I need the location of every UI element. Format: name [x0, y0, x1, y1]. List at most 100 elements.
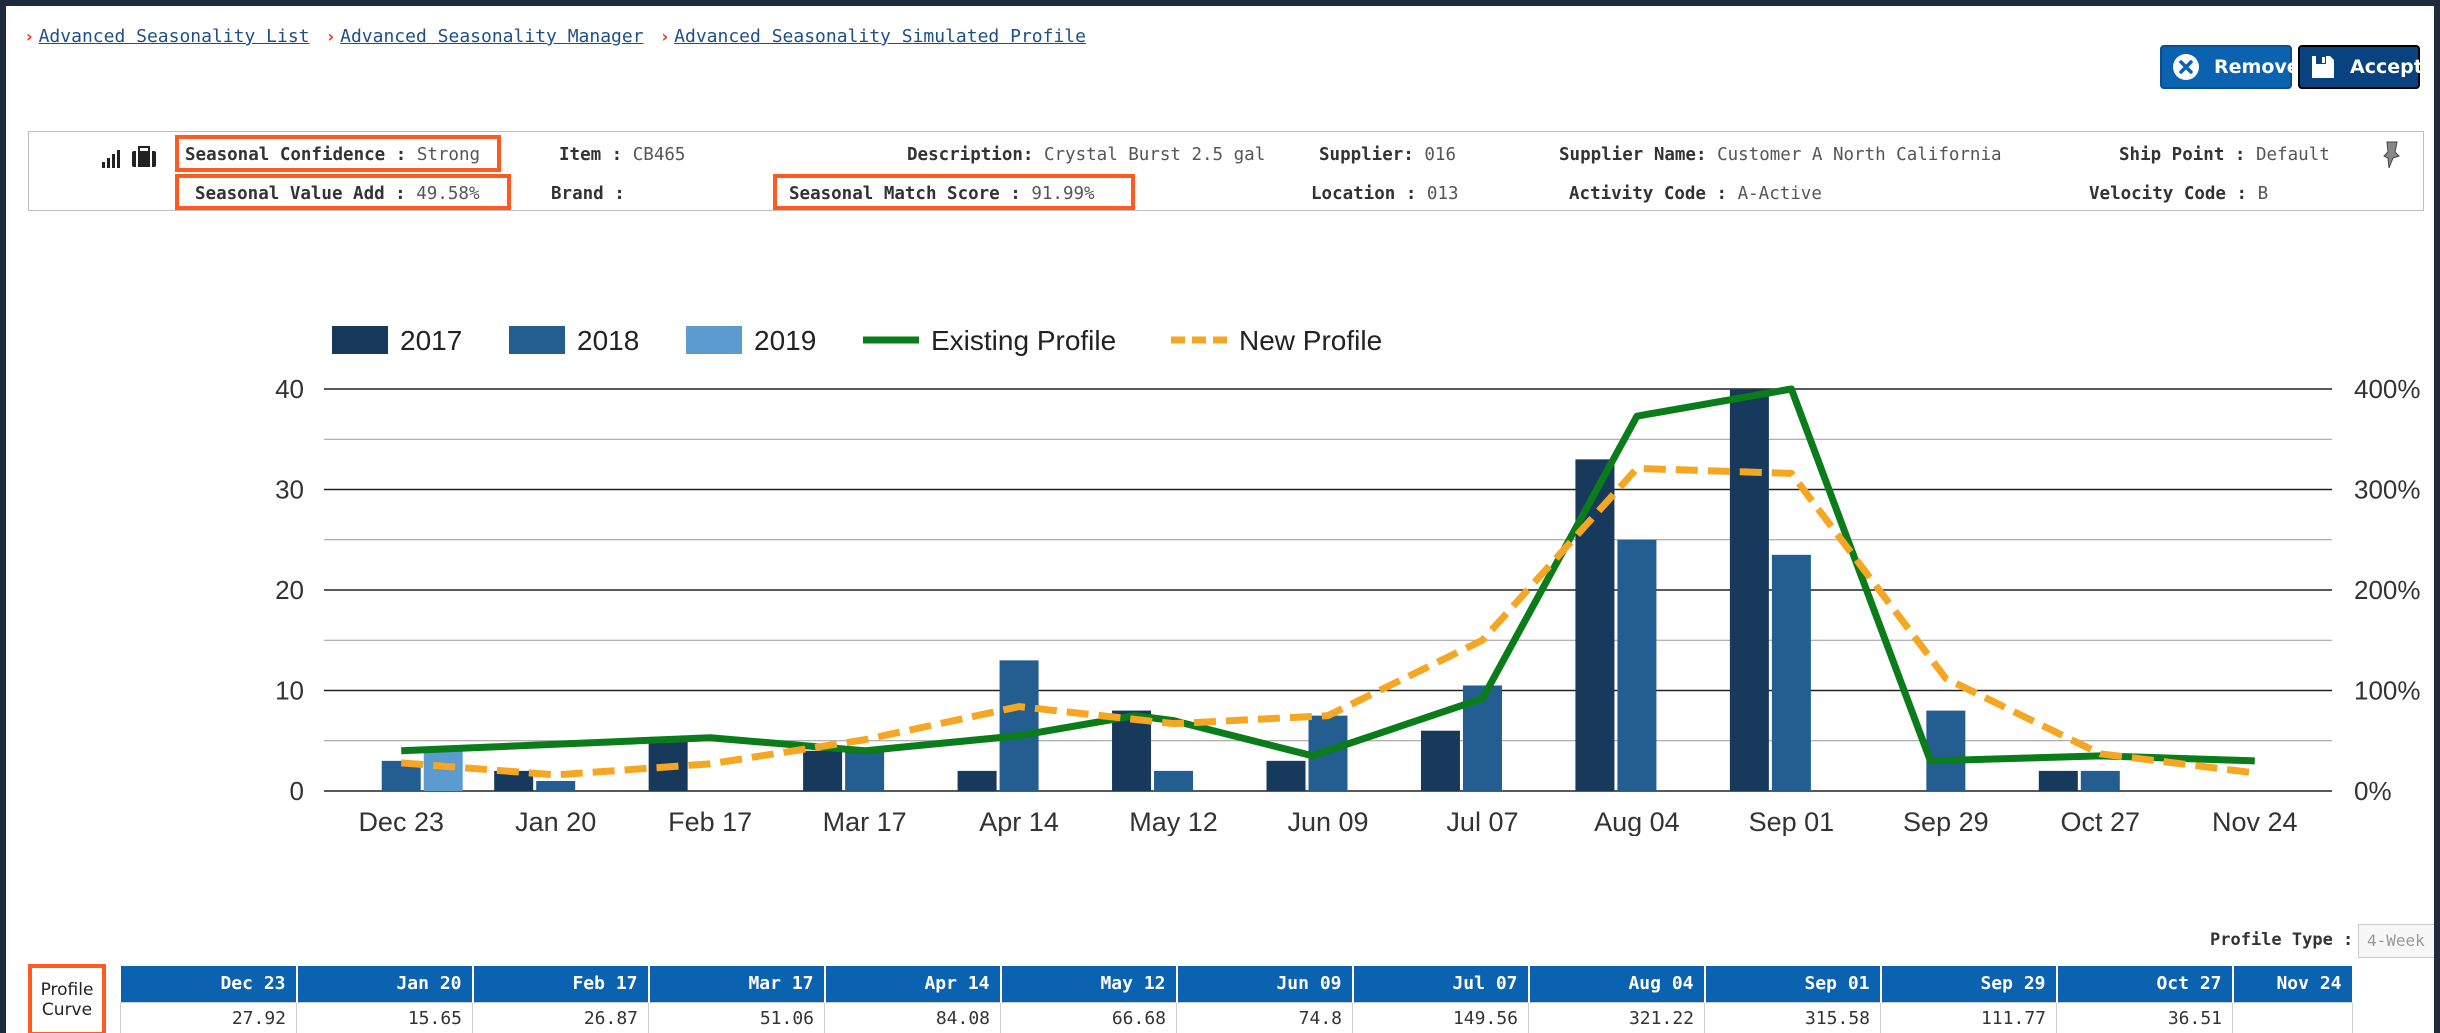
- x-tick-label: May 12: [1129, 807, 1218, 836]
- table-row: 27.92 15.65 26.87 51.06 84.08 66.68 74.8 149.56…: [120, 1001, 2353, 1033]
- field-value: Strong: [416, 145, 481, 165]
- legend-item: 2018: [509, 325, 639, 356]
- bar-2017: [957, 770, 997, 791]
- bar-2018: [2080, 770, 2120, 791]
- bar-2018: [536, 780, 576, 791]
- field-label: Item :: [559, 145, 623, 165]
- column-header: Jun 09: [1176, 966, 1354, 1002]
- legend-swatch: [686, 326, 742, 354]
- x-tick-label: Nov 24: [2212, 807, 2298, 836]
- app-frame: › Advanced Seasonality List › Advanced S…: [6, 6, 2434, 1033]
- bar-2017: [2038, 770, 2078, 791]
- bar-2017: [1266, 760, 1306, 791]
- field-label: Seasonal Match Score :: [789, 184, 1021, 204]
- legend-swatch: [332, 326, 388, 354]
- legend-item: 2017: [332, 325, 462, 356]
- field-value: 013: [1426, 184, 1459, 204]
- ship-point-field: Ship Point : Default: [2119, 145, 2330, 165]
- velocity-code-field: Velocity Code : B: [2089, 184, 2268, 204]
- legend-label: 2019: [754, 325, 816, 356]
- supplier-field: Supplier: 016: [1319, 145, 1456, 165]
- table-cell: 15.65: [296, 1001, 473, 1033]
- remove-button[interactable]: Remove: [2160, 45, 2300, 89]
- field-value: Crystal Burst 2.5 gal: [1043, 145, 1266, 165]
- x-tick-label: Sep 01: [1749, 807, 1835, 836]
- field-label: Ship Point :: [2119, 145, 2246, 165]
- existing-profile-line: [401, 385, 2255, 765]
- bar-2018: [1617, 539, 1657, 791]
- y2-tick-label: 0%: [2354, 776, 2392, 806]
- column-header: Oct 27: [2056, 966, 2234, 1002]
- x-tick-label: Apr 14: [979, 807, 1059, 836]
- profile-curve-label: Profile Curve: [28, 964, 106, 1033]
- column-header: Feb 17: [472, 966, 650, 1002]
- description-field: Description: Crystal Burst 2.5 gal: [907, 145, 1265, 165]
- field-label: Supplier Name:: [1559, 145, 1707, 165]
- field-label: Velocity Code :: [2089, 184, 2248, 204]
- y-tick-label: 30: [275, 475, 304, 505]
- close-circle-icon: [2172, 53, 2200, 81]
- field-value: Default: [2255, 145, 2330, 165]
- pin-icon[interactable]: [2379, 140, 2405, 175]
- field-value: 49.58%: [416, 184, 480, 204]
- column-header: May 12: [1000, 966, 1178, 1002]
- bar-2017: [1575, 459, 1615, 791]
- breadcrumb-link-seasonality-manager[interactable]: Advanced Seasonality Manager: [340, 26, 643, 47]
- y-tick-label: 10: [275, 676, 304, 706]
- table-cell: 66.68: [1000, 1001, 1177, 1033]
- x-tick-label: Sep 29: [1903, 807, 1989, 836]
- y2-tick-label: 400%: [2354, 374, 2421, 404]
- column-header: Mar 17: [648, 966, 826, 1002]
- x-tick-label: Jun 09: [1287, 807, 1368, 836]
- y2-tick-label: 200%: [2354, 575, 2421, 605]
- y2-tick-label: 100%: [2354, 676, 2421, 706]
- field-label: Seasonal Value Add :: [195, 184, 406, 204]
- column-header: Dec 23: [120, 966, 298, 1002]
- accept-button[interactable]: Accept: [2298, 45, 2423, 89]
- column-header: Jan 20: [296, 966, 474, 1002]
- field-value: 016: [1424, 145, 1456, 165]
- profile-curve-label-line1: Profile: [40, 980, 94, 1000]
- breadcrumb: › Advanced Seasonality List › Advanced S…: [26, 26, 1086, 47]
- legend-item: 2019: [686, 325, 816, 356]
- bar-2018: [845, 750, 885, 791]
- table-cell: 27.92: [120, 1001, 297, 1033]
- chevron-right-icon: ›: [661, 27, 669, 46]
- seasonality-chart: 0102030400%100%200%300%400%Dec 23 Jan 20 F…: [275, 325, 2421, 836]
- field-value: Customer A North California: [1717, 145, 2002, 165]
- legend-label: New Profile: [1239, 325, 1382, 356]
- field-value: B: [2257, 184, 2269, 204]
- accept-button-label: Accept: [2350, 56, 2423, 78]
- column-header: Sep 01: [1704, 966, 1882, 1002]
- x-tick-label: Feb 17: [668, 807, 752, 836]
- legend-label: 2017: [400, 325, 462, 356]
- x-tick-label: Jul 07: [1446, 807, 1518, 836]
- item-field: Item : CB465: [559, 145, 685, 165]
- x-tick-label: Jan 20: [515, 807, 596, 836]
- legend-item: New Profile: [1171, 325, 1382, 356]
- bar-2018: [1926, 710, 1966, 791]
- field-value: CB465: [632, 145, 686, 165]
- profile-curve-table: Dec 23 Jan 20 Feb 17 Mar 17 Apr 14 May 12 Jun …: [120, 966, 2354, 1033]
- table-header-row: Dec 23 Jan 20 Feb 17 Mar 17 Apr 14 May 12 Jun …: [120, 966, 2354, 1002]
- field-label: Location :: [1311, 184, 1417, 204]
- column-header: Aug 04: [1528, 966, 1706, 1002]
- column-header: Apr 14: [824, 966, 1002, 1002]
- y2-tick-label: 300%: [2354, 475, 2421, 505]
- profile-type-select[interactable]: 4-Week: [2358, 924, 2434, 958]
- field-label: Activity Code :: [1569, 184, 1728, 204]
- legend-label: Existing Profile: [931, 325, 1116, 356]
- bar-2017: [803, 750, 843, 791]
- remove-button-label: Remove: [2214, 56, 2300, 78]
- breadcrumb-link-seasonality-list[interactable]: Advanced Seasonality List: [39, 26, 310, 47]
- field-label: Seasonal Confidence :: [185, 145, 407, 165]
- column-header: Sep 29: [1880, 966, 2058, 1002]
- signal-bars-icon: [101, 148, 123, 173]
- breadcrumb-link-simulated-profile[interactable]: Advanced Seasonality Simulated Profile: [674, 26, 1086, 47]
- table-cell: 111.77: [1880, 1001, 2057, 1033]
- field-label: Brand :: [551, 184, 625, 204]
- chevron-right-icon: ›: [26, 27, 33, 46]
- bar-2018: [1771, 554, 1811, 791]
- bar-2018: [999, 660, 1039, 791]
- breadcrumb-item: › Advanced Seasonality List: [26, 26, 310, 47]
